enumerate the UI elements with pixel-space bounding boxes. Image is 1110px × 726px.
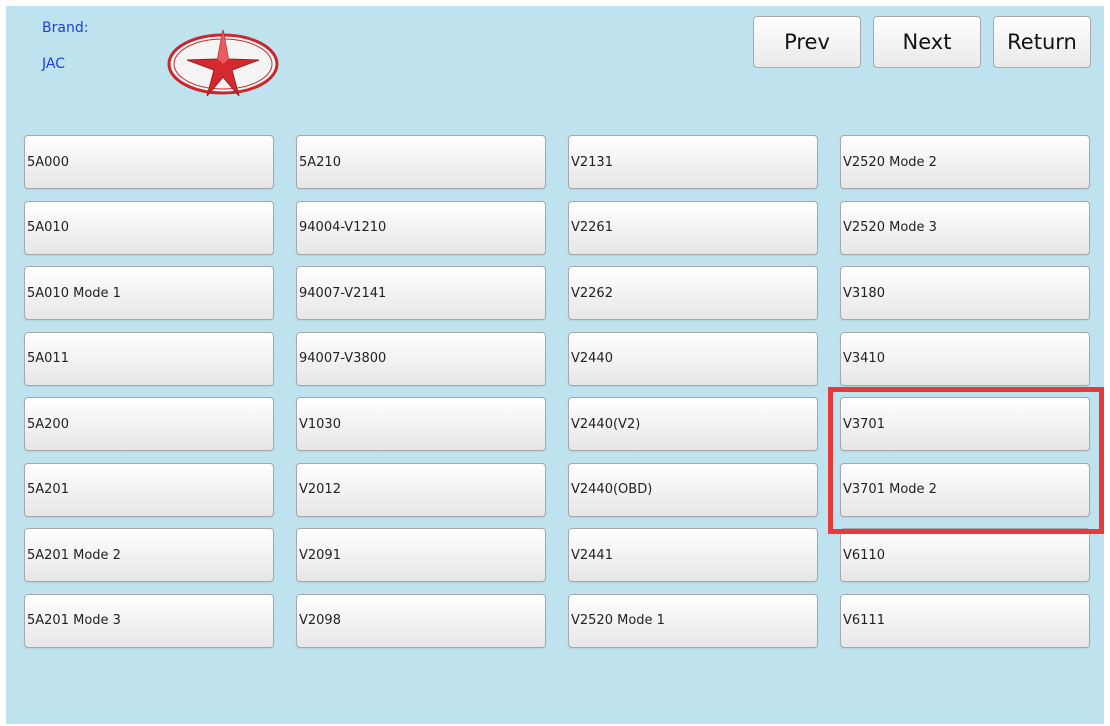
model-button[interactable]: 5A010 Mode 1 xyxy=(24,266,274,320)
model-button[interactable]: V1030 xyxy=(296,397,546,451)
model-button[interactable]: V2440(OBD) xyxy=(568,462,818,517)
model-button-grid: 5A000 5A210 V2131 V2520 Mode 2 5A010 940… xyxy=(24,135,1090,648)
model-button[interactable]: V2098 xyxy=(296,593,546,648)
model-button[interactable]: 5A010 xyxy=(24,200,274,255)
model-button[interactable]: 94004-V1210 xyxy=(296,200,546,255)
prev-button[interactable]: Prev xyxy=(753,16,861,68)
model-button[interactable]: V2441 xyxy=(568,528,818,582)
next-button[interactable]: Next xyxy=(873,16,981,68)
model-button[interactable]: V2262 xyxy=(568,266,818,320)
model-button[interactable]: V2091 xyxy=(296,528,546,582)
model-button[interactable]: 5A000 xyxy=(24,135,274,189)
model-button[interactable]: 5A011 xyxy=(24,331,274,386)
brand-label: Brand: xyxy=(42,20,89,36)
model-button[interactable]: V2520 Mode 3 xyxy=(840,200,1090,255)
model-button[interactable]: 5A201 xyxy=(24,462,274,517)
model-button[interactable]: V2440 xyxy=(568,331,818,386)
return-button[interactable]: Return xyxy=(993,16,1091,68)
jac-logo-icon xyxy=(167,29,279,97)
model-button[interactable]: V2131 xyxy=(568,135,818,189)
model-button[interactable]: V3701 Mode 2 xyxy=(840,462,1090,517)
model-button[interactable]: V3410 xyxy=(840,331,1090,386)
model-button[interactable]: V6110 xyxy=(840,528,1090,582)
model-button[interactable]: V3180 xyxy=(840,266,1090,320)
model-button[interactable]: V2520 Mode 1 xyxy=(568,593,818,648)
model-button[interactable]: 5A210 xyxy=(296,135,546,189)
model-button[interactable]: V2012 xyxy=(296,462,546,517)
model-button[interactable]: V2520 Mode 2 xyxy=(840,135,1090,189)
model-button[interactable]: 94007-V3800 xyxy=(296,331,546,386)
brand-name: JAC xyxy=(42,56,65,72)
model-button[interactable]: V2440(V2) xyxy=(568,397,818,451)
model-button[interactable]: V6111 xyxy=(840,593,1090,648)
model-button[interactable]: 5A201 Mode 3 xyxy=(24,593,274,648)
model-button[interactable]: V2261 xyxy=(568,200,818,255)
model-button[interactable]: V3701 xyxy=(840,397,1090,451)
model-button[interactable]: 94007-V2141 xyxy=(296,266,546,320)
model-button[interactable]: 5A200 xyxy=(24,397,274,451)
model-button[interactable]: 5A201 Mode 2 xyxy=(24,528,274,582)
model-selection-screen: Brand: JAC Prev Next Return 5A000 5A210 … xyxy=(6,6,1104,724)
